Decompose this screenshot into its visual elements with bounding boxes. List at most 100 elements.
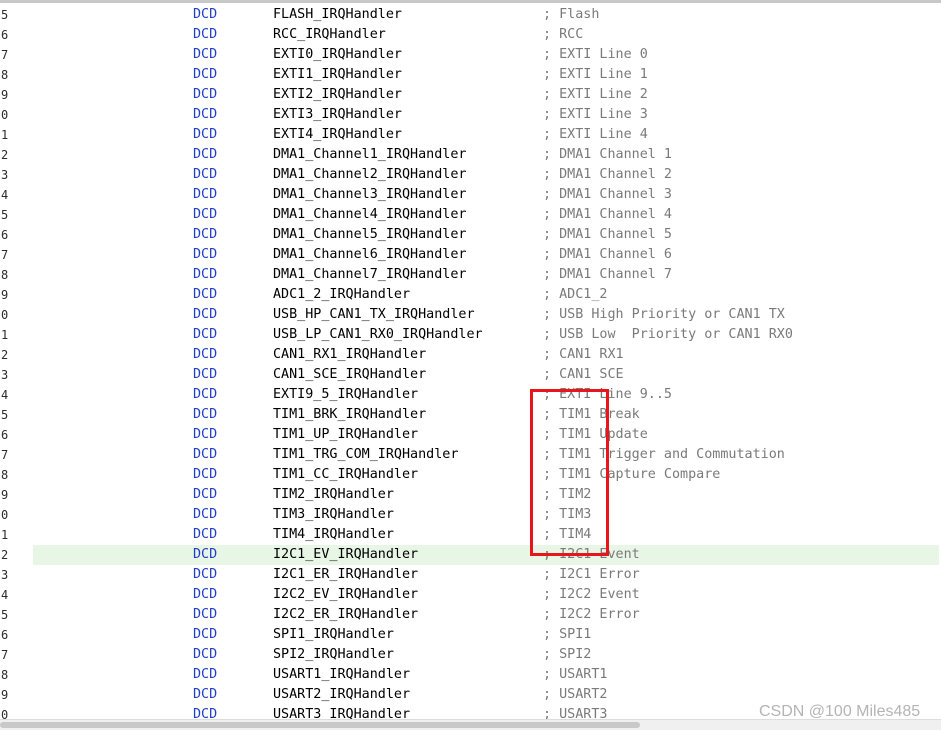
directive-keyword: DCD bbox=[193, 247, 218, 262]
code-line[interactable]: 0 DCD USB_HP_CAN1_TX_IRQHandler ; USB High … bbox=[0, 305, 941, 325]
handler-symbol: TIM1_CC_IRQHandler bbox=[273, 467, 419, 482]
line-number: 2 bbox=[1, 548, 9, 562]
line-number: 3 bbox=[1, 368, 9, 382]
handler-symbol: FLASH_IRQHandler bbox=[273, 7, 402, 22]
code-line[interactable]: 9 DCD USART2_IRQHandler ; USART2 bbox=[0, 685, 941, 705]
handler-symbol: DMA1_Channel2_IRQHandler bbox=[273, 167, 467, 182]
directive-keyword: DCD bbox=[193, 467, 218, 482]
line-number: 4 bbox=[1, 388, 9, 402]
code-line[interactable]: 1 DCD EXTI4_IRQHandler ; EXTI Line 4 bbox=[0, 125, 941, 145]
directive-keyword: DCD bbox=[193, 7, 218, 22]
line-comment: ; DMA1 Channel 2 bbox=[543, 167, 672, 182]
directive-keyword: DCD bbox=[193, 207, 218, 222]
code-line[interactable]: 4 DCD I2C2_EV_IRQHandler ; I2C2 Event bbox=[0, 585, 941, 605]
code-line[interactable]: 0 DCD EXTI3_IRQHandler ; EXTI Line 3 bbox=[0, 105, 941, 125]
handler-symbol: ADC1_2_IRQHandler bbox=[273, 287, 411, 302]
code-editor[interactable]: 5 DCD FLASH_IRQHandler ; Flash 6 DCD RCC_IRQHa… bbox=[0, 0, 941, 730]
code-line[interactable]: 2 DCD DMA1_Channel1_IRQHandler ; DMA1 Chann… bbox=[0, 145, 941, 165]
directive-keyword: DCD bbox=[193, 167, 218, 182]
code-line[interactable]: 3 DCD DMA1_Channel2_IRQHandler ; DMA1 Chann… bbox=[0, 165, 941, 185]
code-line[interactable]: 9 DCD EXTI2_IRQHandler ; EXTI Line 2 bbox=[0, 85, 941, 105]
handler-symbol: USART1_IRQHandler bbox=[273, 667, 411, 682]
handler-symbol: TIM4_IRQHandler bbox=[273, 527, 394, 542]
code-line[interactable]: 8 DCD USART1_IRQHandler ; USART1 bbox=[0, 665, 941, 685]
code-line[interactable]: 1 DCD USB_LP_CAN1_RX0_IRQHandler ; USB Low … bbox=[0, 325, 941, 345]
line-comment: ; DMA1 Channel 5 bbox=[543, 227, 672, 242]
line-number: 5 bbox=[1, 8, 9, 22]
handler-symbol: EXTI2_IRQHandler bbox=[273, 87, 402, 102]
code-line[interactable]: 8 DCD TIM1_CC_IRQHandler; TIM1 Capture Com… bbox=[0, 465, 941, 485]
directive-keyword: DCD bbox=[193, 667, 218, 682]
line-comment: ; RCC bbox=[543, 27, 584, 42]
red-annotation-box bbox=[530, 389, 609, 556]
code-line[interactable]: 6 DCD SPI1_IRQHandler ; SPI1 bbox=[0, 625, 941, 645]
handler-symbol: EXTI9_5_IRQHandler bbox=[273, 387, 419, 402]
line-comment: ; EXTI Line 1 bbox=[543, 67, 648, 82]
code-line[interactable]: 2 DCD CAN1_RX1_IRQHandler ; CAN1 RX1 bbox=[0, 345, 941, 365]
line-comment: ; CAN1 SCE bbox=[543, 367, 624, 382]
code-line[interactable]: 7 DCD EXTI0_IRQHandler ; EXTI Line 0 bbox=[0, 45, 941, 65]
handler-symbol: TIM1_TRG_COM_IRQHandler bbox=[273, 447, 459, 462]
code-line[interactable]: 6 DCD TIM1_UP_IRQHandler; TIM1 Update bbox=[0, 425, 941, 445]
directive-keyword: DCD bbox=[193, 567, 218, 582]
directive-keyword: DCD bbox=[193, 427, 218, 442]
line-number: 9 bbox=[1, 688, 9, 702]
code-line[interactable]: 7 DCD DMA1_Channel6_IRQHandler ; DMA1 Chann… bbox=[0, 245, 941, 265]
current-code-line[interactable]: 2 DCD I2C1_EV_IRQHandler; I2C1 Event bbox=[0, 545, 941, 565]
code-line[interactable]: 4 DCD DMA1_Channel3_IRQHandler ; DMA1 Chann… bbox=[0, 185, 941, 205]
handler-symbol: TIM3_IRQHandler bbox=[273, 507, 394, 522]
handler-symbol: TIM1_UP_IRQHandler bbox=[273, 427, 419, 442]
code-line[interactable]: 5 DCD TIM1_BRK_IRQHandler; TIM1 Break bbox=[0, 405, 941, 425]
handler-symbol: EXTI3_IRQHandler bbox=[273, 107, 402, 122]
code-line[interactable]: 1 DCD TIM4_IRQHandler; TIM4 bbox=[0, 525, 941, 545]
directive-keyword: DCD bbox=[193, 687, 218, 702]
code-line[interactable]: 6 DCD RCC_IRQHandler ; RCC bbox=[0, 25, 941, 45]
handler-symbol: USB_LP_CAN1_RX0_IRQHandler bbox=[273, 327, 483, 342]
editor-top-border bbox=[0, 0, 941, 3]
line-number: 0 bbox=[1, 308, 9, 322]
code-line[interactable]: 8 DCD DMA1_Channel7_IRQHandler ; DMA1 Chann… bbox=[0, 265, 941, 285]
line-comment: ; EXTI Line 4 bbox=[543, 127, 648, 142]
line-number: 5 bbox=[1, 208, 9, 222]
directive-keyword: DCD bbox=[193, 347, 218, 362]
directive-keyword: DCD bbox=[193, 547, 218, 562]
directive-keyword: DCD bbox=[193, 267, 218, 282]
watermark: CSDN @100 Miles485 bbox=[759, 703, 921, 720]
line-number: 1 bbox=[1, 528, 9, 542]
line-comment: ; Flash bbox=[543, 7, 600, 22]
code-line[interactable]: 5 DCD I2C2_ER_IRQHandler ; I2C2 Error bbox=[0, 605, 941, 625]
line-comment: ; EXTI Line 3 bbox=[543, 107, 648, 122]
code-line[interactable]: 5 DCD DMA1_Channel4_IRQHandler ; DMA1 Chann… bbox=[0, 205, 941, 225]
code-line[interactable]: 5 DCD FLASH_IRQHandler ; Flash bbox=[0, 5, 941, 25]
directive-keyword: DCD bbox=[193, 47, 218, 62]
code-line[interactable]: 3 DCD CAN1_SCE_IRQHandler ; CAN1 SCE bbox=[0, 365, 941, 385]
code-line[interactable]: 9 DCD TIM2_IRQHandler; TIM2 bbox=[0, 485, 941, 505]
code-line[interactable]: 6 DCD DMA1_Channel5_IRQHandler ; DMA1 Chann… bbox=[0, 225, 941, 245]
handler-symbol: TIM1_BRK_IRQHandler bbox=[273, 407, 427, 422]
line-number: 8 bbox=[1, 468, 9, 482]
line-comment: ; I2C2 Error bbox=[543, 607, 640, 622]
line-number: 2 bbox=[1, 348, 9, 362]
line-comment: ; I2C2 Event bbox=[543, 587, 640, 602]
handler-symbol: CAN1_RX1_IRQHandler bbox=[273, 347, 427, 362]
handler-symbol: EXTI0_IRQHandler bbox=[273, 47, 402, 62]
handler-symbol: USB_HP_CAN1_TX_IRQHandler bbox=[273, 307, 475, 322]
handler-symbol: EXTI1_IRQHandler bbox=[273, 67, 402, 82]
code-line[interactable]: 4 DCD EXTI9_5_IRQHandler; EXTI Line 9..5 bbox=[0, 385, 941, 405]
scrollbar-thumb[interactable] bbox=[0, 722, 640, 728]
line-number: 8 bbox=[1, 268, 9, 282]
code-lines[interactable]: 5 DCD FLASH_IRQHandler ; Flash 6 DCD RCC_IRQHa… bbox=[0, 5, 941, 725]
directive-keyword: DCD bbox=[193, 107, 218, 122]
code-line[interactable]: 9 DCD ADC1_2_IRQHandler ; ADC1_2 bbox=[0, 285, 941, 305]
line-number: 2 bbox=[1, 148, 9, 162]
code-line[interactable]: 7 DCD TIM1_TRG_COM_IRQHandler; TIM1 Trigge… bbox=[0, 445, 941, 465]
directive-keyword: DCD bbox=[193, 87, 218, 102]
line-number: 5 bbox=[1, 608, 9, 622]
code-line[interactable]: 8 DCD EXTI1_IRQHandler ; EXTI Line 1 bbox=[0, 65, 941, 85]
directive-keyword: DCD bbox=[193, 587, 218, 602]
handler-symbol: DMA1_Channel3_IRQHandler bbox=[273, 187, 467, 202]
directive-keyword: DCD bbox=[193, 147, 218, 162]
code-line[interactable]: 7 DCD SPI2_IRQHandler ; SPI2 bbox=[0, 645, 941, 665]
code-line[interactable]: 0 DCD TIM3_IRQHandler; TIM3 bbox=[0, 505, 941, 525]
code-line[interactable]: 3 DCD I2C1_ER_IRQHandler ; I2C1 Error bbox=[0, 565, 941, 585]
